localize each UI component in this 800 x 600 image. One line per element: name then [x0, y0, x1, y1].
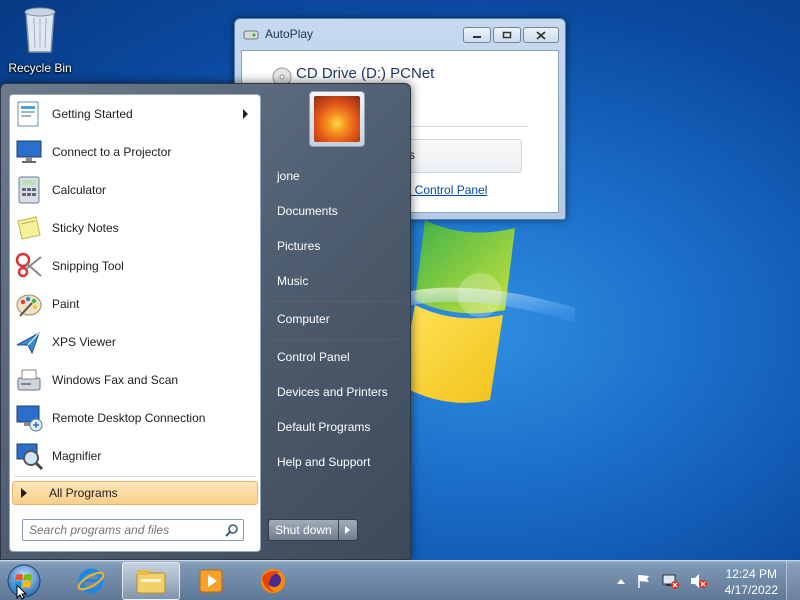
- program-windows-fax-scan[interactable]: Windows Fax and Scan: [12, 362, 258, 398]
- right-pane-divider: [271, 301, 401, 302]
- right-link-documents[interactable]: Documents: [267, 196, 405, 226]
- program-magnifier[interactable]: Magnifier: [12, 438, 258, 474]
- internet-explorer-icon: [77, 568, 105, 594]
- minimize-button[interactable]: [463, 27, 491, 43]
- control-panel-link[interactable]: in Control Panel: [402, 183, 487, 197]
- right-link-pictures[interactable]: Pictures: [267, 231, 405, 261]
- taskbar-media-player[interactable]: [182, 562, 240, 600]
- paint-palette-icon: [16, 294, 42, 317]
- program-label: Windows Fax and Scan: [52, 373, 179, 387]
- action-center-flag-icon[interactable]: [636, 573, 652, 589]
- system-tray: [616, 561, 708, 600]
- autoplay-title: AutoPlay: [265, 27, 314, 41]
- search-box[interactable]: [22, 519, 244, 541]
- taskbar-windows-explorer[interactable]: [122, 562, 180, 600]
- start-menu-programs-pane: Getting Started Connect to a Projector C…: [9, 94, 261, 552]
- program-xps-viewer[interactable]: XPS Viewer: [12, 324, 258, 360]
- taskbar-firefox[interactable]: [244, 562, 302, 600]
- program-label: XPS Viewer: [52, 335, 116, 349]
- drive-label: CD Drive (D:) PCNet: [296, 65, 435, 82]
- search-icon[interactable]: [225, 523, 239, 537]
- magnifier-icon: [16, 443, 44, 471]
- program-label: Remote Desktop Connection: [52, 411, 206, 425]
- windows-wallpaper-logo: [395, 220, 575, 403]
- maximize-button[interactable]: [493, 27, 521, 43]
- program-getting-started[interactable]: Getting Started: [12, 96, 258, 132]
- shutdown-group: Shut down: [268, 519, 358, 541]
- maximize-icon: [502, 31, 512, 39]
- right-link-computer[interactable]: Computer: [267, 304, 405, 334]
- program-label: Sticky Notes: [52, 221, 119, 235]
- program-sticky-notes[interactable]: Sticky Notes: [12, 210, 258, 246]
- network-disconnected-icon[interactable]: [662, 573, 680, 589]
- close-button[interactable]: [523, 27, 559, 43]
- recycle-bin-icon: [24, 7, 56, 53]
- programs-divider: [14, 476, 256, 477]
- clock-date: 4/17/2022: [724, 583, 778, 597]
- autoplay-divider: [402, 126, 528, 127]
- taskbar-internet-explorer[interactable]: [62, 562, 120, 600]
- autoplay-icon: [243, 30, 259, 40]
- right-link-help-support[interactable]: Help and Support: [267, 447, 405, 477]
- right-pane-divider: [271, 339, 401, 340]
- sticky-notes-icon: [17, 216, 41, 240]
- close-icon: [536, 30, 546, 40]
- clock-time: 12:24 PM: [725, 567, 777, 581]
- right-link-music[interactable]: Music: [267, 266, 405, 296]
- program-label: Paint: [52, 297, 80, 311]
- all-programs-button[interactable]: All Programs: [12, 481, 258, 505]
- program-calculator[interactable]: Calculator: [12, 172, 258, 208]
- show-hidden-icons-chevron-up-icon[interactable]: [616, 577, 626, 585]
- right-link-user[interactable]: jone: [267, 161, 405, 191]
- start-menu: Getting Started Connect to a Projector C…: [0, 83, 411, 560]
- program-label: Magnifier: [52, 449, 102, 463]
- program-paint[interactable]: Paint: [12, 286, 258, 322]
- scissors-icon: [15, 252, 42, 278]
- right-link-control-panel[interactable]: Control Panel: [267, 342, 405, 372]
- projector-icon: [16, 140, 42, 163]
- minimize-icon: [473, 36, 481, 38]
- program-label: Snipping Tool: [52, 259, 124, 273]
- recycle-bin-desktop-icon[interactable]: Recycle Bin: [4, 6, 76, 75]
- calculator-icon: [18, 176, 40, 204]
- program-label: Connect to a Projector: [52, 145, 172, 159]
- program-connect-projector[interactable]: Connect to a Projector: [12, 134, 258, 170]
- windows-explorer-icon: [136, 570, 166, 594]
- clock[interactable]: 12:24 PM 4/17/2022: [725, 566, 778, 598]
- autoplay-option-button[interactable]: s: [402, 139, 522, 173]
- submenu-arrow-icon: [243, 109, 248, 119]
- search-input[interactable]: [29, 523, 219, 537]
- xps-viewer-icon: [16, 331, 40, 355]
- right-link-default-programs[interactable]: Default Programs: [267, 412, 405, 442]
- right-link-devices-printers[interactable]: Devices and Printers: [267, 377, 405, 407]
- media-player-icon: [199, 569, 223, 593]
- program-label: Getting Started: [52, 107, 133, 121]
- firefox-icon: [261, 569, 285, 593]
- show-desktop-button[interactable]: [786, 561, 800, 600]
- getting-started-icon: [17, 101, 39, 127]
- remote-desktop-icon: [16, 405, 43, 432]
- taskbar: 12:24 PM 4/17/2022: [0, 560, 800, 600]
- all-programs-label: All Programs: [49, 486, 118, 500]
- volume-muted-icon[interactable]: [690, 573, 708, 589]
- program-label: Calculator: [52, 183, 107, 197]
- all-programs-arrow-icon: [21, 488, 27, 498]
- program-snipping-tool[interactable]: Snipping Tool: [12, 248, 258, 284]
- fax-icon: [17, 369, 41, 391]
- mouse-cursor-icon: [16, 584, 28, 600]
- shutdown-button[interactable]: Shut down: [269, 520, 339, 540]
- user-picture[interactable]: [309, 91, 365, 147]
- chevron-right-icon: [345, 526, 351, 534]
- program-remote-desktop[interactable]: Remote Desktop Connection: [12, 400, 258, 436]
- recycle-bin-label: Recycle Bin: [8, 61, 72, 75]
- shutdown-options-button[interactable]: [339, 520, 357, 540]
